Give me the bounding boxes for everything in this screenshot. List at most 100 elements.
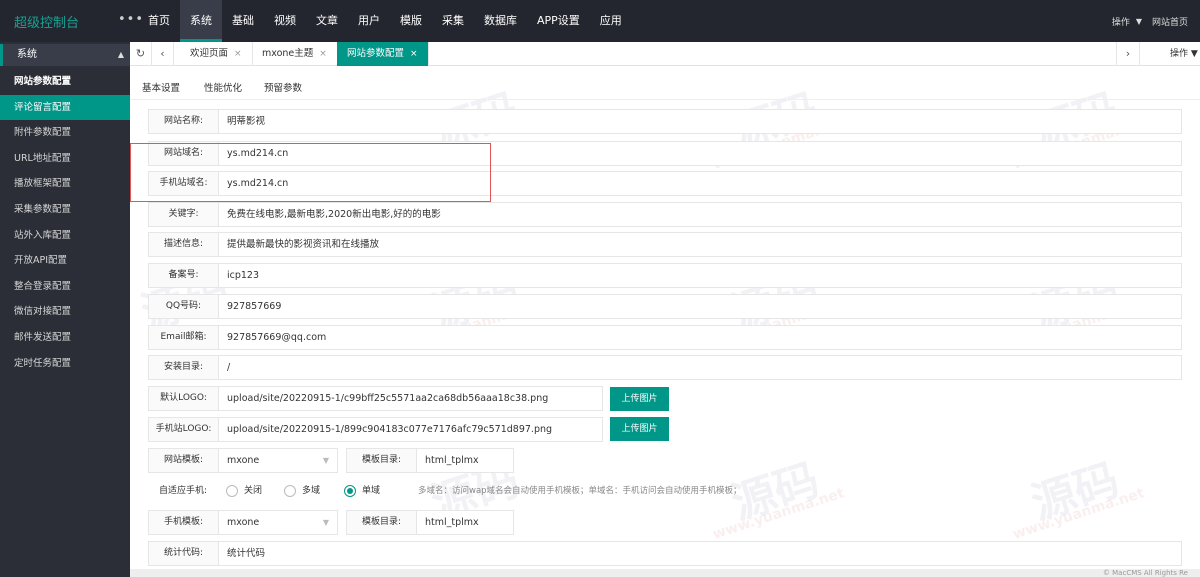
mobile-logo-field[interactable]: 手机站LOGO: upload/site/20220915-1/899c9041…	[148, 417, 603, 442]
sidebar-item-player-config[interactable]: 播放框架配置	[0, 171, 130, 197]
email-field[interactable]: Email邮箱: 927857669@qq.com	[148, 325, 1182, 350]
qq-label: QQ号码:	[149, 295, 219, 318]
app-logo[interactable]: 超级控制台	[14, 12, 79, 31]
install-dir-value[interactable]: /	[227, 356, 230, 379]
description-value[interactable]: 提供最新最快的影视资讯和在线播放	[227, 233, 379, 256]
keywords-value[interactable]: 免费在线电影,最新电影,2020新出电影,好的的电影	[227, 203, 441, 226]
sidebar-item-url-config[interactable]: URL地址配置	[0, 146, 130, 172]
sidebar-item-api-config[interactable]: 开放API配置	[0, 248, 130, 274]
tab-site-config[interactable]: 网站参数配置 ×	[337, 42, 429, 66]
stats-code-label: 统计代码:	[149, 542, 219, 565]
site-template-select[interactable]: 网站模板: mxone ▼	[148, 448, 338, 473]
template-dir-value[interactable]: html_tplmx	[425, 449, 479, 472]
stats-code-value[interactable]: 统计代码	[227, 542, 265, 565]
topnav-collect[interactable]: 采集	[432, 0, 474, 42]
radio-off[interactable]	[226, 485, 238, 497]
adaptive-mobile-row: 自适应手机: 关闭 多域 单域 多域名：访问wap域名会自动使用手机模板；单域名…	[148, 479, 1182, 504]
site-name-value[interactable]: 明蒂影视	[227, 110, 265, 133]
caret-down-icon[interactable]: ▼	[1136, 17, 1142, 26]
install-dir-field[interactable]: 安装目录: /	[148, 355, 1182, 380]
sidebar-item-mail-config[interactable]: 邮件发送配置	[0, 325, 130, 351]
scroll-right-icon[interactable]: ›	[1116, 42, 1140, 66]
default-logo-value[interactable]: upload/site/20220915-1/c99bff25c5571aa2c…	[227, 387, 548, 410]
radio-single-domain[interactable]	[344, 485, 356, 497]
description-label: 描述信息:	[149, 233, 219, 256]
topnav-article[interactable]: 文章	[306, 0, 348, 42]
upload-default-logo-button[interactable]: 上传图片	[610, 387, 669, 411]
adaptive-mobile-label: 自适应手机:	[158, 486, 208, 496]
site-home-link[interactable]: 网站首页	[1152, 15, 1200, 28]
tab-welcome[interactable]: 欢迎页面 ×	[180, 42, 253, 66]
sidebar-item-site-config[interactable]: 网站参数配置	[0, 69, 130, 95]
template-dir-field[interactable]: 模板目录: html_tplmx	[346, 448, 514, 473]
sidebar-item-login-config[interactable]: 整合登录配置	[0, 274, 130, 300]
description-field[interactable]: 描述信息: 提供最新最快的影视资讯和在线播放	[148, 232, 1182, 257]
topnav-apps[interactable]: 应用	[590, 0, 632, 42]
settings-subtabs: 基本设置 性能优化 预留参数	[130, 66, 1200, 100]
email-label: Email邮箱:	[149, 326, 219, 349]
sidebar-item-import-config[interactable]: 站外入库配置	[0, 223, 130, 249]
site-name-field[interactable]: 网站名称: 明蒂影视	[148, 109, 1182, 134]
close-icon[interactable]: ×	[234, 49, 242, 59]
sidebar-item-collect-config[interactable]: 采集参数配置	[0, 197, 130, 223]
email-value[interactable]: 927857669@qq.com	[227, 326, 326, 349]
mobile-template-dir-label: 模板目录:	[347, 511, 417, 534]
topnav-template[interactable]: 模版	[390, 0, 432, 42]
operate-menu[interactable]: 操作	[1106, 15, 1136, 28]
sidebar-item-cron-config[interactable]: 定时任务配置	[0, 351, 130, 377]
icp-label: 备案号:	[149, 264, 219, 287]
close-icon[interactable]: ×	[319, 49, 327, 59]
default-logo-field[interactable]: 默认LOGO: upload/site/20220915-1/c99bff25c…	[148, 386, 603, 411]
chevron-down-icon: ▼	[322, 518, 329, 527]
top-right-actions: 操作 ▼ 网站首页	[1106, 0, 1200, 42]
sidebar-section-system[interactable]: 系统 ▲	[0, 44, 130, 66]
radio-single-domain-label[interactable]: 单域	[362, 479, 380, 504]
topnav-system[interactable]: 系统	[180, 0, 222, 42]
subtab-basic[interactable]: 基本设置	[142, 80, 180, 94]
close-icon[interactable]: ×	[410, 49, 418, 59]
topnav-database[interactable]: 数据库	[474, 0, 527, 42]
mobile-template-dir-value[interactable]: html_tplmx	[425, 511, 479, 534]
subtab-reserved[interactable]: 预留参数	[264, 80, 302, 94]
icp-value[interactable]: icp123	[227, 264, 259, 287]
sidebar-item-comment-config[interactable]: 评论留言配置	[0, 94, 130, 121]
mobile-template-label: 手机模板:	[149, 511, 219, 534]
tab-mxone-theme[interactable]: mxone主题 ×	[252, 42, 338, 66]
top-bar: 超级控制台 ••• 首页 系统 基础 视频 文章 用户 模版 采集 数据库 AP…	[0, 0, 1200, 42]
site-template-value: mxone	[227, 455, 260, 466]
mobile-template-dir-field[interactable]: 模板目录: html_tplmx	[346, 510, 514, 535]
refresh-icon[interactable]: ↻	[130, 42, 152, 66]
default-logo-label: 默认LOGO:	[149, 387, 219, 410]
qq-value[interactable]: 927857669	[227, 295, 281, 318]
sidebar-item-attachment-config[interactable]: 附件参数配置	[0, 120, 130, 146]
footer: © MacCMS All Rights Re	[130, 569, 1200, 577]
sidebar: 系统 ▲ 网站参数配置 评论留言配置 附件参数配置 URL地址配置 播放框架配置…	[0, 42, 130, 577]
mobile-logo-value[interactable]: upload/site/20220915-1/899c904183c077e71…	[227, 418, 552, 441]
tab-welcome-label: 欢迎页面	[190, 48, 229, 59]
radio-off-label[interactable]: 关闭	[244, 479, 262, 504]
mobile-template-select[interactable]: 手机模板: mxone ▼	[148, 510, 338, 535]
top-nav: 首页 系统 基础 视频 文章 用户 模版 采集 数据库 APP设置 应用	[138, 0, 632, 42]
keywords-field[interactable]: 关键字: 免费在线电影,最新电影,2020新出电影,好的的电影	[148, 202, 1182, 227]
subtab-performance[interactable]: 性能优化	[204, 80, 242, 94]
install-dir-label: 安装目录:	[149, 356, 219, 379]
topnav-video[interactable]: 视频	[264, 0, 306, 42]
topnav-basic[interactable]: 基础	[222, 0, 264, 42]
radio-multi-domain[interactable]	[284, 485, 296, 497]
sidebar-item-wechat-config[interactable]: 微信对接配置	[0, 299, 130, 325]
stats-code-field[interactable]: 统计代码: 统计代码	[148, 541, 1182, 566]
tab-operate-menu[interactable]: 操作 ▼	[1170, 42, 1198, 66]
icp-field[interactable]: 备案号: icp123	[148, 263, 1182, 288]
upload-mobile-logo-button[interactable]: 上传图片	[610, 417, 669, 441]
caret-up-icon: ▲	[117, 50, 124, 59]
topnav-user[interactable]: 用户	[348, 0, 390, 42]
scroll-left-icon[interactable]: ‹	[152, 42, 174, 66]
tab-operate-label: 操作	[1170, 49, 1189, 59]
radio-multi-domain-label[interactable]: 多域	[302, 479, 320, 504]
topnav-app-settings[interactable]: APP设置	[527, 0, 590, 42]
topnav-home[interactable]: 首页	[138, 0, 180, 42]
keywords-label: 关键字:	[149, 203, 219, 226]
mobile-logo-label: 手机站LOGO:	[149, 418, 219, 441]
sidebar-menu: 网站参数配置 评论留言配置 附件参数配置 URL地址配置 播放框架配置 采集参数…	[0, 69, 130, 376]
qq-field[interactable]: QQ号码: 927857669	[148, 294, 1182, 319]
